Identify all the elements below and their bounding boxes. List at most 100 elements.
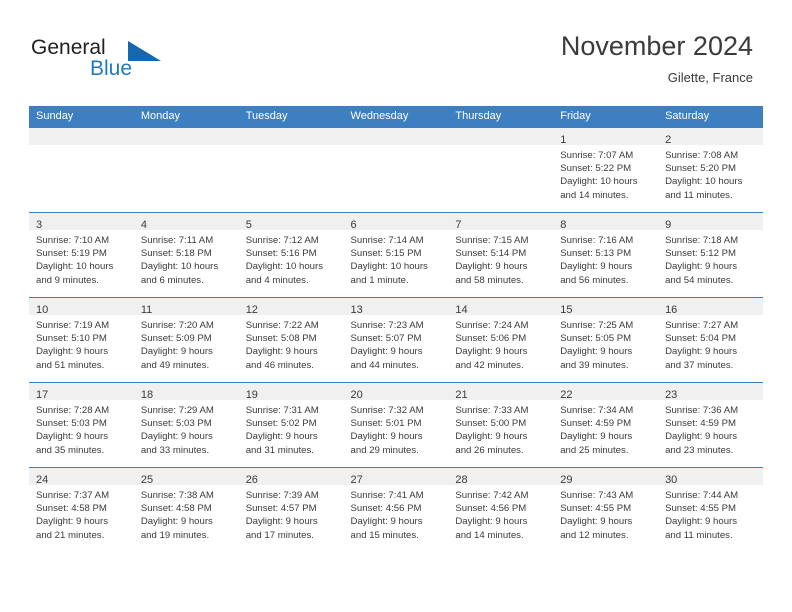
- sunrise-time: Sunrise: 7:27 AM: [665, 320, 739, 331]
- sunset-time: Sunset: 4:57 PM: [245, 503, 317, 515]
- day-number-band: 16: [658, 298, 763, 316]
- day-number: 4: [140, 219, 147, 231]
- sunset-time: Sunset: 5:20 PM: [665, 163, 736, 175]
- calendar-day-cell[interactable]: 8 Sunrise: 7:16 AM Sunset: 5:13 PM Daylight…: [553, 212, 659, 298]
- day-details: [239, 145, 344, 149]
- calendar-day-cell[interactable]: 1 Sunrise: 7:07 AM Sunset: 5:22 PM Daylight…: [553, 127, 659, 213]
- calendar-day-cell[interactable]: 3 Sunrise: 7:10 AM Sunset: 5:19 PM Daylight…: [29, 212, 134, 298]
- daylight-duration-line2: and 44 minutes.: [350, 359, 419, 371]
- daylight-duration-line2: and 23 minutes.: [665, 444, 734, 456]
- day-details: Sunrise: 7:22 AM Sunset: 5:08 PM Daylight:…: [239, 315, 344, 372]
- day-number: 1: [560, 134, 567, 146]
- day-number-band: 12: [238, 298, 344, 316]
- daylight-duration-line1: Daylight: 9 hours: [245, 431, 318, 443]
- daylight-duration-line2: and 46 minutes.: [245, 359, 314, 371]
- daylight-duration-line2: and 37 minutes.: [665, 359, 734, 371]
- day-number-band: 9: [658, 213, 763, 231]
- sunset-time: Sunset: 5:04 PM: [665, 333, 736, 345]
- day-number-band: 20: [343, 383, 449, 401]
- daylight-duration-line1: Daylight: 9 hours: [665, 431, 738, 443]
- day-details: Sunrise: 7:25 AM Sunset: 5:05 PM Daylight:…: [553, 315, 658, 372]
- daylight-duration-line2: and 11 minutes.: [665, 189, 733, 201]
- daylight-duration-line1: Daylight: 9 hours: [36, 431, 108, 443]
- calendar-day-cell[interactable]: 30 Sunrise: 7:44 AM Sunset: 4:55 PM Dayligh…: [658, 467, 763, 552]
- sunrise-time: Sunrise: 7:15 AM: [455, 235, 529, 246]
- page-title: November 2024: [560, 31, 753, 61]
- day-number-band: 7: [448, 213, 554, 231]
- day-number-band: 5: [238, 213, 344, 231]
- calendar-day-cell[interactable]: 5 Sunrise: 7:12 AM Sunset: 5:16 PM Daylight…: [238, 212, 344, 298]
- calendar-day-cell[interactable]: 9 Sunrise: 7:18 AM Sunset: 5:12 PM Daylight…: [658, 212, 763, 298]
- calendar-day-cell[interactable]: 18 Sunrise: 7:29 AM Sunset: 5:03 PM Dayligh…: [133, 382, 239, 468]
- day-details: Sunrise: 7:15 AM Sunset: 5:14 PM Daylight:…: [448, 230, 553, 287]
- sunrise-time: Sunrise: 7:25 AM: [560, 320, 634, 331]
- calendar-day-cell[interactable]: 17 Sunrise: 7:28 AM Sunset: 5:03 PM Dayligh…: [29, 382, 134, 468]
- sunset-time: Sunset: 5:22 PM: [560, 163, 632, 175]
- calendar-day-cell[interactable]: 22 Sunrise: 7:34 AM Sunset: 4:59 PM Dayligh…: [553, 382, 659, 468]
- calendar-day-cell[interactable]: 29 Sunrise: 7:43 AM Sunset: 4:55 PM Dayligh…: [553, 467, 659, 552]
- calendar-day-cell[interactable]: 14 Sunrise: 7:24 AM Sunset: 5:06 PM Dayligh…: [448, 297, 554, 383]
- day-details: Sunrise: 7:34 AM Sunset: 4:59 PM Daylight:…: [553, 400, 658, 457]
- calendar-day-cell[interactable]: 20 Sunrise: 7:32 AM Sunset: 5:01 PM Dayligh…: [343, 382, 449, 468]
- day-details: Sunrise: 7:23 AM Sunset: 5:07 PM Daylight:…: [344, 315, 449, 372]
- sunset-time: Sunset: 5:16 PM: [245, 248, 317, 260]
- brand-name-blue: Blue: [90, 57, 133, 80]
- calendar-day-cell[interactable]: 28 Sunrise: 7:42 AM Sunset: 4:56 PM Dayligh…: [448, 467, 554, 552]
- daylight-duration-line1: Daylight: 9 hours: [560, 346, 633, 358]
- calendar-day-cell[interactable]: 10 Sunrise: 7:19 AM Sunset: 5:10 PM Dayligh…: [29, 297, 134, 383]
- calendar-day-cell[interactable]: 21 Sunrise: 7:33 AM Sunset: 5:00 PM Dayligh…: [448, 382, 554, 468]
- calendar-day-cell[interactable]: 26 Sunrise: 7:39 AM Sunset: 4:57 PM Dayligh…: [238, 467, 344, 552]
- day-details: Sunrise: 7:31 AM Sunset: 5:02 PM Daylight:…: [239, 400, 344, 457]
- calendar-day-cell[interactable]: 15 Sunrise: 7:25 AM Sunset: 5:05 PM Dayligh…: [553, 297, 659, 383]
- calendar-day-cell[interactable]: 4 Sunrise: 7:11 AM Sunset: 5:18 PM Daylight…: [133, 212, 239, 298]
- calendar-week-row: 10 Sunrise: 7:19 AM Sunset: 5:10 PM Dayligh…: [29, 297, 763, 383]
- calendar-table: Sunday Monday Tuesday Wednesday Thursday…: [29, 106, 763, 552]
- daylight-duration-line2: and 51 minutes.: [36, 359, 105, 371]
- day-details: [134, 145, 239, 149]
- daylight-duration-line1: Daylight: 9 hours: [245, 516, 318, 528]
- sunset-time: Sunset: 5:01 PM: [350, 418, 422, 430]
- calendar-cell-empty: [343, 127, 449, 213]
- sunrise-time: Sunrise: 7:42 AM: [455, 490, 529, 501]
- sunset-time: Sunset: 4:58 PM: [140, 503, 212, 515]
- day-number: 6: [350, 219, 357, 231]
- sunrise-time: Sunrise: 7:22 AM: [245, 320, 319, 331]
- day-number-band: 1: [553, 128, 659, 146]
- daylight-duration-line1: Daylight: 9 hours: [350, 431, 423, 443]
- calendar-day-cell[interactable]: 13 Sunrise: 7:23 AM Sunset: 5:07 PM Dayligh…: [343, 297, 449, 383]
- sunrise-time: Sunrise: 7:11 AM: [140, 235, 214, 246]
- day-number: 22: [560, 389, 573, 401]
- sunrise-time: Sunrise: 7:36 AM: [665, 405, 739, 416]
- sunrise-time: Sunrise: 7:19 AM: [36, 320, 110, 331]
- calendar-day-cell[interactable]: 25 Sunrise: 7:38 AM Sunset: 4:58 PM Dayligh…: [133, 467, 239, 552]
- day-details: Sunrise: 7:39 AM Sunset: 4:57 PM Daylight:…: [239, 485, 344, 542]
- calendar-day-cell[interactable]: 16 Sunrise: 7:27 AM Sunset: 5:04 PM Dayligh…: [658, 297, 763, 383]
- sunrise-time: Sunrise: 7:07 AM: [560, 150, 634, 161]
- day-details: Sunrise: 7:12 AM Sunset: 5:16 PM Daylight:…: [239, 230, 344, 287]
- day-number-band: 2: [658, 128, 763, 146]
- calendar-day-cell[interactable]: 12 Sunrise: 7:22 AM Sunset: 5:08 PM Dayligh…: [238, 297, 344, 383]
- calendar-day-cell[interactable]: 27 Sunrise: 7:41 AM Sunset: 4:56 PM Dayligh…: [343, 467, 449, 552]
- day-number-band: 26: [238, 468, 344, 486]
- daylight-duration-line1: Daylight: 9 hours: [455, 261, 528, 273]
- day-number: 10: [36, 304, 49, 316]
- day-number: 21: [455, 389, 468, 401]
- calendar-day-cell[interactable]: 11 Sunrise: 7:20 AM Sunset: 5:09 PM Dayligh…: [133, 297, 239, 383]
- day-details: Sunrise: 7:18 AM Sunset: 5:12 PM Daylight:…: [658, 230, 763, 287]
- daylight-duration-line1: Daylight: 9 hours: [350, 346, 423, 358]
- calendar-day-cell[interactable]: 23 Sunrise: 7:36 AM Sunset: 4:59 PM Dayligh…: [658, 382, 763, 468]
- daylight-duration-line1: Daylight: 9 hours: [140, 516, 213, 528]
- calendar-day-cell[interactable]: 7 Sunrise: 7:15 AM Sunset: 5:14 PM Daylight…: [448, 212, 554, 298]
- brand-logo[interactable]: General Blue: [31, 36, 211, 86]
- day-details: Sunrise: 7:42 AM Sunset: 4:56 PM Daylight:…: [448, 485, 553, 542]
- day-number-band: 6: [343, 213, 449, 231]
- day-number: 16: [665, 304, 678, 316]
- day-details: Sunrise: 7:08 AM Sunset: 5:20 PM Daylight:…: [658, 145, 763, 202]
- calendar-day-cell[interactable]: 24 Sunrise: 7:37 AM Sunset: 4:58 PM Dayligh…: [29, 467, 134, 552]
- day-details: Sunrise: 7:10 AM Sunset: 5:19 PM Daylight:…: [29, 230, 134, 287]
- day-number-band: 22: [553, 383, 659, 401]
- calendar-week-row: 24 Sunrise: 7:37 AM Sunset: 4:58 PM Dayligh…: [29, 467, 763, 552]
- calendar-day-cell[interactable]: 2 Sunrise: 7:08 AM Sunset: 5:20 PM Daylight…: [658, 127, 763, 213]
- calendar-day-cell[interactable]: 6 Sunrise: 7:14 AM Sunset: 5:15 PM Daylight…: [343, 212, 449, 298]
- calendar-day-cell[interactable]: 19 Sunrise: 7:31 AM Sunset: 5:02 PM Dayligh…: [238, 382, 344, 468]
